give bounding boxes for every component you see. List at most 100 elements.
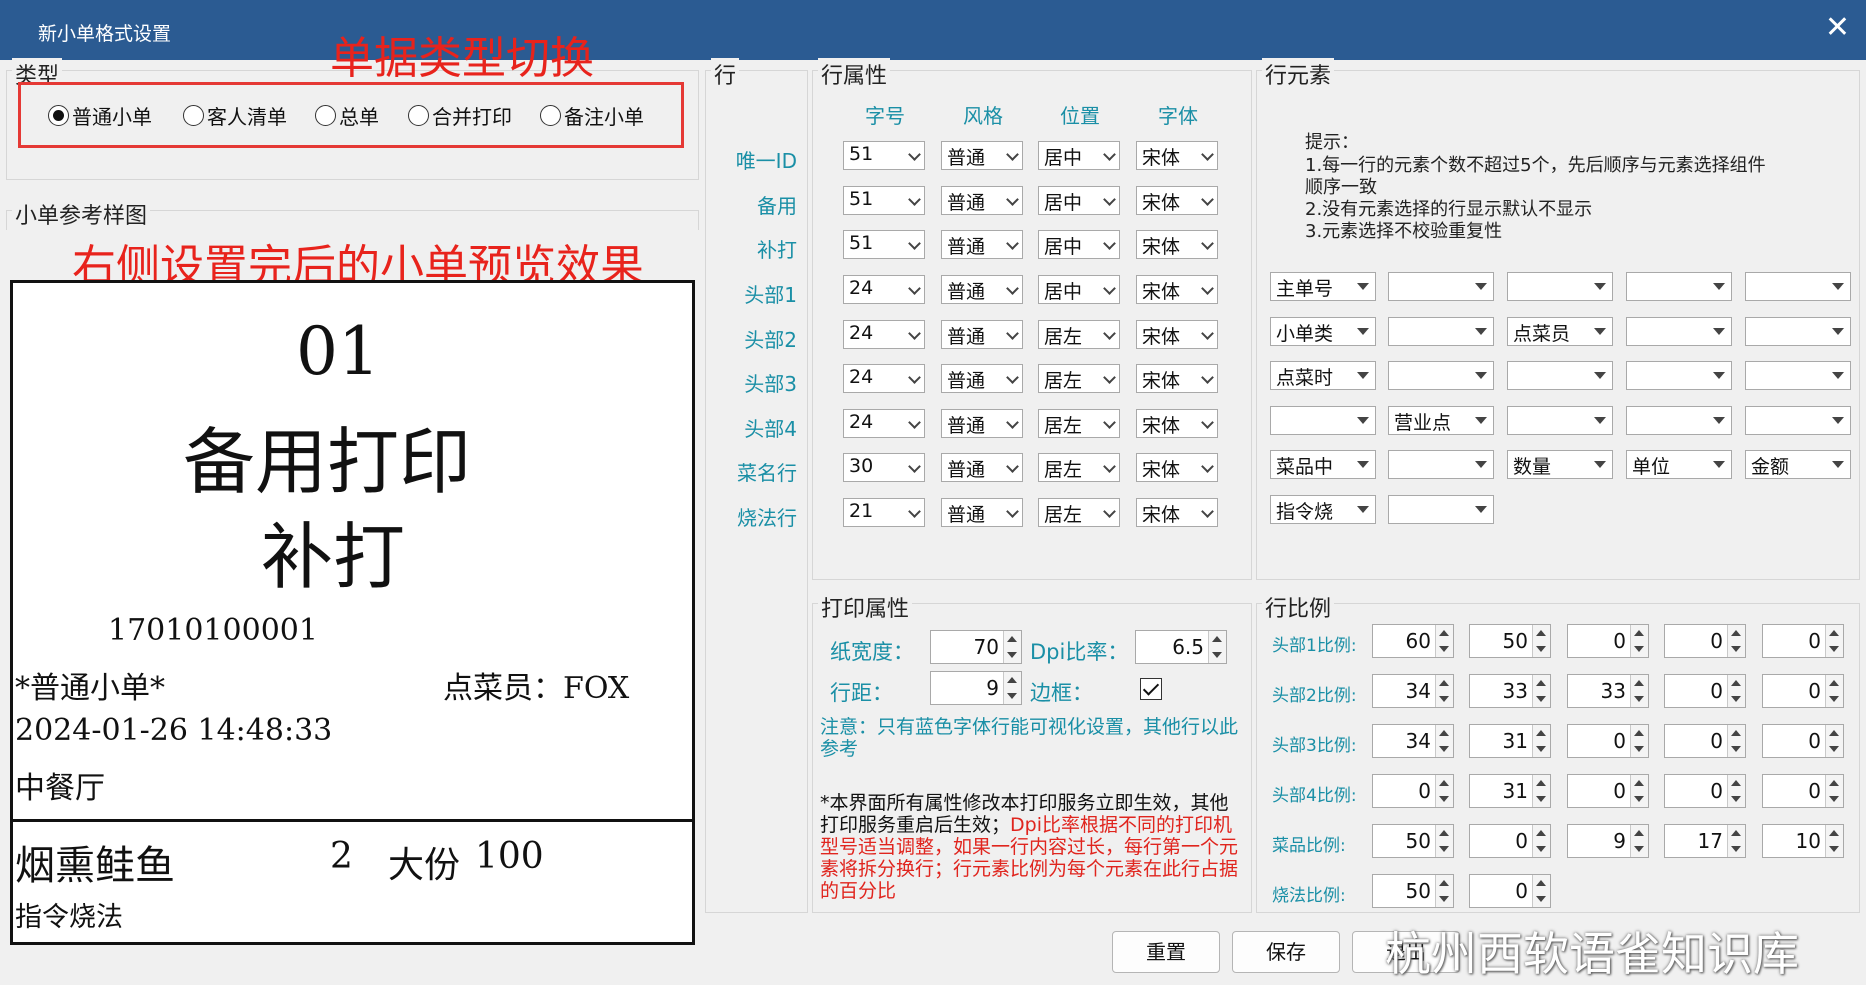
attr-select[interactable]: 51 [843,186,925,215]
chevron-down-icon[interactable] [1103,327,1116,340]
element-select[interactable]: 主单号 [1270,272,1376,301]
element-select[interactable]: 小单类 [1270,317,1376,346]
chevron-down-icon[interactable] [1103,148,1116,161]
radio-type-3[interactable]: 合并打印 [408,101,512,130]
chevron-down-icon[interactable] [1357,461,1369,468]
chevron-down-icon[interactable] [1594,328,1606,335]
spinner-arrows-icon[interactable] [1825,625,1843,657]
reset-button[interactable]: 重置 [1112,931,1220,973]
attr-select[interactable]: 居中 [1038,230,1120,259]
ratio-spinner[interactable]: 0 [1469,874,1551,908]
element-select[interactable] [1270,406,1376,435]
element-select[interactable] [1745,317,1851,346]
chevron-down-icon[interactable] [1594,461,1606,468]
chevron-down-icon[interactable] [908,505,921,518]
ratio-spinner[interactable]: 31 [1469,724,1551,758]
chevron-down-icon[interactable] [1201,237,1214,250]
attr-select[interactable]: 普通 [941,141,1023,170]
chevron-down-icon[interactable] [1201,460,1214,473]
ratio-spinner[interactable]: 17 [1664,824,1746,858]
ratio-spinner[interactable]: 60 [1372,624,1454,658]
element-select[interactable] [1388,495,1494,524]
chevron-down-icon[interactable] [1475,283,1487,290]
dpi-spinner[interactable]: 6.5 [1135,630,1227,664]
attr-select[interactable]: 居中 [1038,141,1120,170]
attr-select[interactable]: 居左 [1038,320,1120,349]
attr-select[interactable]: 居中 [1038,275,1120,304]
chevron-down-icon[interactable] [1594,372,1606,379]
spinner-arrows-icon[interactable] [1435,875,1453,907]
ratio-spinner[interactable]: 9 [1567,824,1649,858]
chevron-down-icon[interactable] [1006,416,1019,429]
ratio-spinner[interactable]: 0 [1567,624,1649,658]
chevron-down-icon[interactable] [1357,328,1369,335]
spinner-arrows-icon[interactable] [1630,775,1648,807]
ratio-spinner[interactable]: 0 [1664,674,1746,708]
attr-select[interactable]: 宋体 [1136,141,1218,170]
chevron-down-icon[interactable] [1832,372,1844,379]
attr-select[interactable]: 宋体 [1136,453,1218,482]
element-select[interactable] [1626,406,1732,435]
radio-type-0[interactable]: 普通小单 [48,101,152,130]
element-select[interactable] [1626,272,1732,301]
radio-type-1[interactable]: 客人清单 [183,101,287,130]
chevron-down-icon[interactable] [1201,371,1214,384]
chevron-down-icon[interactable] [1201,327,1214,340]
radio-circle-icon[interactable] [183,105,204,126]
chevron-down-icon[interactable] [1006,148,1019,161]
chevron-down-icon[interactable] [1475,461,1487,468]
radio-circle-icon[interactable] [48,105,69,126]
chevron-down-icon[interactable] [1357,372,1369,379]
ratio-spinner[interactable]: 0 [1664,774,1746,808]
attr-select[interactable]: 普通 [941,186,1023,215]
chevron-down-icon[interactable] [1713,372,1725,379]
ratio-spinner[interactable]: 0 [1469,824,1551,858]
attr-select[interactable]: 居左 [1038,498,1120,527]
chevron-down-icon[interactable] [908,282,921,295]
ratio-spinner[interactable]: 0 [1762,674,1844,708]
spinner-arrows-icon[interactable] [1435,625,1453,657]
spinner-arrows-icon[interactable] [1208,631,1226,663]
ratio-spinner[interactable]: 0 [1762,624,1844,658]
attr-select[interactable]: 宋体 [1136,409,1218,438]
chevron-down-icon[interactable] [1103,416,1116,429]
chevron-down-icon[interactable] [1475,506,1487,513]
attr-select[interactable]: 51 [843,230,925,259]
ratio-spinner[interactable]: 50 [1469,624,1551,658]
spinner-arrows-icon[interactable] [1532,725,1550,757]
element-select[interactable]: 点菜时 [1270,361,1376,390]
element-select[interactable] [1745,361,1851,390]
chevron-down-icon[interactable] [1475,372,1487,379]
radio-type-4[interactable]: 备注小单 [540,101,644,130]
chevron-down-icon[interactable] [1475,328,1487,335]
spinner-arrows-icon[interactable] [1003,631,1021,663]
chevron-down-icon[interactable] [1006,193,1019,206]
element-select[interactable]: 指令烧 [1270,495,1376,524]
element-select[interactable]: 营业点 [1388,406,1494,435]
chevron-down-icon[interactable] [1103,460,1116,473]
chevron-down-icon[interactable] [908,327,921,340]
ratio-spinner[interactable]: 10 [1762,824,1844,858]
attr-select[interactable]: 24 [843,409,925,438]
border-checkbox[interactable] [1140,678,1162,700]
chevron-down-icon[interactable] [1006,505,1019,518]
element-select[interactable]: 单位 [1626,450,1732,479]
attr-select[interactable]: 普通 [941,230,1023,259]
chevron-down-icon[interactable] [908,371,921,384]
chevron-down-icon[interactable] [1713,328,1725,335]
spinner-arrows-icon[interactable] [1532,875,1550,907]
spinner-arrows-icon[interactable] [1532,675,1550,707]
element-select[interactable] [1507,406,1613,435]
spinner-arrows-icon[interactable] [1825,675,1843,707]
attr-select[interactable]: 普通 [941,275,1023,304]
attr-select[interactable]: 居左 [1038,409,1120,438]
chevron-down-icon[interactable] [1357,417,1369,424]
attr-select[interactable]: 普通 [941,320,1023,349]
spinner-arrows-icon[interactable] [1825,775,1843,807]
attr-select[interactable]: 普通 [941,498,1023,527]
spinner-arrows-icon[interactable] [1727,675,1745,707]
ratio-spinner[interactable]: 0 [1664,624,1746,658]
chevron-down-icon[interactable] [908,460,921,473]
spinner-arrows-icon[interactable] [1630,675,1648,707]
chevron-down-icon[interactable] [1103,505,1116,518]
